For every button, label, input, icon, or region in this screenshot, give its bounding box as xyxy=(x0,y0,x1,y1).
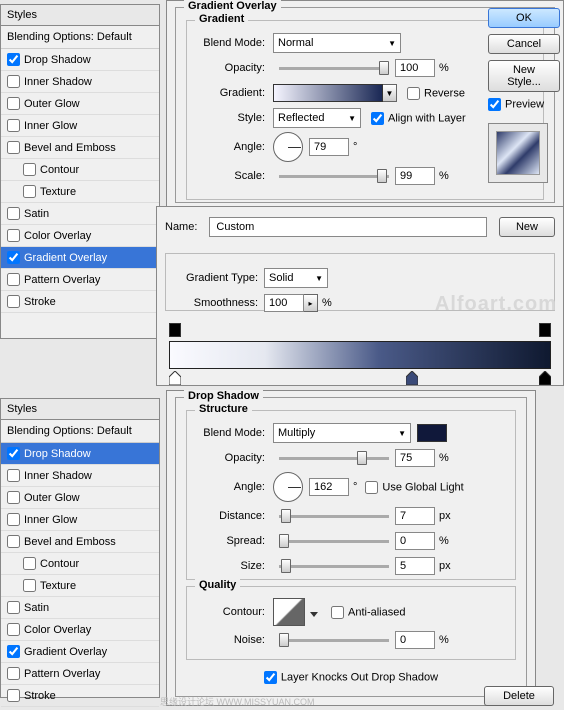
blend-mode-dropdown[interactable]: Normal▼ xyxy=(273,33,401,53)
style-item-contour[interactable]: Contour xyxy=(1,553,159,575)
angle-dial[interactable] xyxy=(273,132,303,162)
ds-size-slider[interactable] xyxy=(279,565,389,568)
noise-input[interactable] xyxy=(395,631,435,649)
style-item-bevel-and-emboss[interactable]: Bevel and Emboss xyxy=(1,137,159,159)
name-label: Name: xyxy=(165,221,197,233)
styles-panel-top: Styles Blending Options: Default Drop Sh… xyxy=(0,4,160,339)
type-dropdown[interactable]: Solid▼ xyxy=(264,268,328,288)
new-style-button[interactable]: New Style... xyxy=(488,60,560,92)
ds-opacity-input[interactable] xyxy=(395,449,435,467)
noise-slider[interactable] xyxy=(279,639,389,642)
styles-header: Styles xyxy=(1,399,159,420)
style-item-drop-shadow[interactable]: Drop Shadow xyxy=(1,49,159,71)
smooth-arrow[interactable]: ▸ xyxy=(304,294,318,312)
style-item-bevel-and-emboss[interactable]: Bevel and Emboss xyxy=(1,531,159,553)
antialiased-check[interactable]: Anti-aliased xyxy=(331,606,405,619)
style-item-satin[interactable]: Satin xyxy=(1,597,159,619)
style-item-texture[interactable]: Texture xyxy=(1,575,159,597)
contour-picker[interactable] xyxy=(273,598,305,626)
style-item-gradient-overlay[interactable]: Gradient Overlay xyxy=(1,641,159,663)
ds-spread-slider[interactable] xyxy=(279,540,389,543)
style-item-outer-glow[interactable]: Outer Glow xyxy=(1,93,159,115)
group-title: Gradient Overlay xyxy=(184,0,281,12)
ds-size-input[interactable] xyxy=(395,557,435,575)
gradient-editor: Name: New Gradient Type: Solid▼ Smoothne… xyxy=(156,206,564,386)
reverse-check[interactable]: Reverse xyxy=(407,87,465,100)
style-item-texture[interactable]: Texture xyxy=(1,181,159,203)
angle-input[interactable] xyxy=(309,138,349,156)
scale-label: Scale: xyxy=(193,170,273,182)
blending-options[interactable]: Blending Options: Default xyxy=(1,420,159,443)
style-item-outer-glow[interactable]: Outer Glow xyxy=(1,487,159,509)
style-item-pattern-overlay[interactable]: Pattern Overlay xyxy=(1,269,159,291)
gradient-bar[interactable] xyxy=(169,341,551,369)
shadow-color[interactable] xyxy=(417,424,447,442)
style-item-inner-glow[interactable]: Inner Glow xyxy=(1,509,159,531)
smooth-label: Smoothness: xyxy=(172,297,264,309)
style-item-inner-shadow[interactable]: Inner Shadow xyxy=(1,465,159,487)
style-label: Style: xyxy=(193,112,273,124)
style-item-gradient-overlay[interactable]: Gradient Overlay xyxy=(1,247,159,269)
align-check[interactable]: Align with Layer xyxy=(371,112,466,125)
style-item-stroke[interactable]: Stroke xyxy=(1,685,159,707)
footer-watermark: 思缘设计论坛 WWW.MISSYUAN.COM xyxy=(160,695,315,708)
gradient-arrow[interactable]: ▼ xyxy=(383,84,397,102)
style-item-satin[interactable]: Satin xyxy=(1,203,159,225)
ds-angle-input[interactable] xyxy=(309,478,349,496)
blending-options[interactable]: Blending Options: Default xyxy=(1,26,159,49)
ds-opacity-slider[interactable] xyxy=(279,457,389,460)
ds-spread-input[interactable] xyxy=(395,532,435,550)
preview-check[interactable]: Preview xyxy=(488,98,560,111)
scale-input[interactable] xyxy=(395,167,435,185)
style-dropdown[interactable]: Reflected▼ xyxy=(273,108,361,128)
ds-distance-input[interactable] xyxy=(395,507,435,525)
style-item-color-overlay[interactable]: Color Overlay xyxy=(1,225,159,247)
style-item-inner-shadow[interactable]: Inner Shadow xyxy=(1,71,159,93)
cancel-button[interactable]: Cancel xyxy=(488,34,560,54)
dialog-buttons: OK Cancel New Style... Preview xyxy=(488,8,560,183)
style-item-stroke[interactable]: Stroke xyxy=(1,291,159,313)
style-item-inner-glow[interactable]: Inner Glow xyxy=(1,115,159,137)
style-item-color-overlay[interactable]: Color Overlay xyxy=(1,619,159,641)
name-input[interactable] xyxy=(209,217,487,237)
opacity-stops[interactable] xyxy=(169,323,551,339)
new-button[interactable]: New xyxy=(499,217,555,237)
knockout-check[interactable]: Layer Knocks Out Drop Shadow xyxy=(264,671,438,684)
scale-slider[interactable] xyxy=(279,175,389,178)
opacity-input[interactable] xyxy=(395,59,435,77)
gradient-swatch[interactable] xyxy=(273,84,383,102)
preview-thumbnail xyxy=(488,123,548,183)
styles-header: Styles xyxy=(1,5,159,26)
ds-angle-dial[interactable] xyxy=(273,472,303,502)
style-item-drop-shadow[interactable]: Drop Shadow xyxy=(1,443,159,465)
structure-title: Structure xyxy=(195,403,252,415)
style-item-contour[interactable]: Contour xyxy=(1,159,159,181)
gradient-label: Gradient: xyxy=(193,87,273,99)
style-item-pattern-overlay[interactable]: Pattern Overlay xyxy=(1,663,159,685)
global-light-check[interactable]: Use Global Light xyxy=(365,481,463,494)
drop-shadow-panel: Drop Shadow Structure Blend Mode: Multip… xyxy=(166,390,536,706)
sub-title: Gradient xyxy=(195,13,248,25)
angle-label: Angle: xyxy=(193,141,273,153)
group-title: Drop Shadow xyxy=(184,390,263,402)
smooth-input[interactable] xyxy=(264,294,304,312)
ok-button[interactable]: OK xyxy=(488,8,560,28)
color-stops[interactable] xyxy=(169,371,551,387)
ds-blend-dropdown[interactable]: Multiply▼ xyxy=(273,423,411,443)
type-label: Gradient Type: xyxy=(172,272,264,284)
opacity-slider[interactable] xyxy=(279,67,389,70)
delete-button[interactable]: Delete xyxy=(484,686,554,706)
opacity-label: Opacity: xyxy=(193,62,273,74)
blend-mode-label: Blend Mode: xyxy=(193,37,273,49)
styles-panel-bottom: Styles Blending Options: Default Drop Sh… xyxy=(0,398,160,698)
quality-title: Quality xyxy=(195,579,240,591)
ds-distance-slider[interactable] xyxy=(279,515,389,518)
